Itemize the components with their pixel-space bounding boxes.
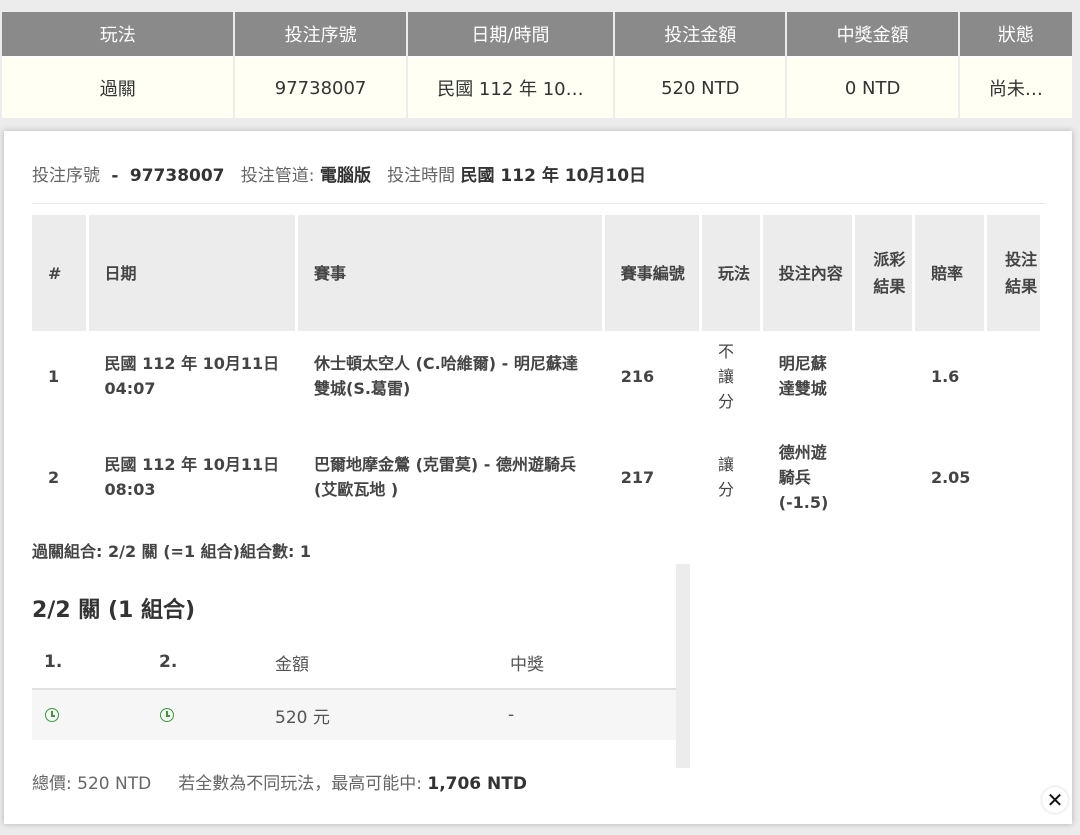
close-icon: ✕ (1046, 788, 1064, 812)
summary-header-bet-amount: 投注金額 (615, 12, 786, 56)
row-play: 不讓分 (718, 341, 735, 411)
combo-title: 2/2 關 (1 組合) (32, 598, 196, 623)
meta-dash: - (111, 166, 119, 186)
combo-section: 2/2 關 (1 組合) 1. 2. 金額 中獎 520 元 - (32, 564, 688, 766)
close-button[interactable]: ✕ (1042, 787, 1068, 813)
combo-header-amount: 金額 (275, 654, 309, 675)
clock-icon (160, 708, 174, 722)
detail-header-date: 日期 (88, 215, 296, 331)
detail-header-row: # 日期 賽事 賽事編號 玩法 投注內容 派彩結果 賠率 投注結果 (32, 215, 1040, 331)
row-payout (855, 331, 912, 421)
combo-info: 過關組合: 2/2 關 (=1 組合)組合數: 1 (32, 542, 312, 561)
combo-scrollbar[interactable] (676, 564, 690, 768)
combo-header-leg2: 2. (159, 652, 178, 672)
table-row: 2 民國 112 年 10月11日 08:03 巴爾地摩金鶯 (克雷莫) - 德州… (32, 421, 1040, 533)
detail-header-play: 玩法 (702, 215, 760, 331)
row-pick: 德州遊騎兵 (-1.5) (778, 442, 829, 512)
detail-header-no: # (32, 215, 86, 331)
summary-row[interactable]: 過關 97738007 民國 112 年 10… 520 NTD 0 NTD 尚… (2, 56, 1072, 118)
row-date: 民國 112 年 10月11日 04:07 (104, 354, 280, 398)
row-no: 1 (48, 366, 60, 386)
summary-play: 過關 (2, 56, 234, 118)
row-event-no: 216 (620, 366, 655, 386)
channel-label: 投注管道: (240, 166, 315, 186)
row-no: 2 (48, 467, 60, 487)
summary-datetime: 民國 112 年 10… (407, 56, 614, 118)
combo-row: 520 元 - (32, 690, 676, 740)
row-event-no: 217 (620, 467, 655, 487)
combo-win: - (508, 705, 515, 725)
combo-header-leg1: 1. (44, 652, 63, 672)
bet-meta-line: 投注序號 - 97738007 投注管道: 電腦版 投注時間 民國 112 年 … (32, 161, 646, 186)
bet-detail-panel: 投注序號 - 97738007 投注管道: 電腦版 投注時間 民國 112 年 … (4, 131, 1072, 824)
time-label: 投注時間 (387, 166, 456, 186)
row-odds: 1.6 (930, 366, 960, 386)
detail-header-event: 賽事 (298, 215, 602, 331)
row-event: 休士頓太空人 (C.哈維爾) - 明尼蘇達雙城(S.葛雷) (314, 354, 578, 398)
detail-header-payout: 派彩結果 (855, 215, 912, 331)
row-result (987, 421, 1040, 533)
summary-win-amount: 0 NTD (787, 56, 958, 118)
detail-header-odds: 賠率 (914, 215, 985, 331)
row-payout (855, 421, 912, 533)
bet-footer: 總價: 520 NTD 若全數為不同玩法，最高可能中: 1,706 NTD (32, 769, 527, 794)
bet-summary-table: 玩法 投注序號 日期/時間 投注金額 中獎金額 狀態 過關 97738007 民… (0, 12, 1074, 118)
summary-header-status: 狀態 (959, 12, 1072, 56)
combo-amount: 520 元 (275, 707, 330, 728)
table-row: 1 民國 112 年 10月11日 04:07 休士頓太空人 (C.哈維爾) - … (32, 331, 1040, 421)
total-value: 520 NTD (77, 774, 152, 794)
row-odds: 2.05 (930, 467, 971, 487)
detail-header-result: 投注結果 (987, 215, 1040, 331)
leg2-status (160, 690, 174, 740)
divider (32, 203, 1046, 204)
serial-label: 投注序號 (32, 166, 100, 186)
total-label: 總價: (32, 774, 72, 794)
serial-value: 97738007 (129, 166, 225, 186)
summary-header-play: 玩法 (2, 12, 234, 56)
row-play: 讓分 (718, 455, 735, 499)
summary-header-datetime: 日期/時間 (407, 12, 614, 56)
summary-header-win-amount: 中獎金額 (787, 12, 958, 56)
detail-header-pick: 投注內容 (762, 215, 853, 331)
summary-header-serial: 投注序號 (235, 12, 406, 56)
row-result (987, 331, 1040, 421)
max-win-label: 若全數為不同玩法，最高可能中: (178, 774, 422, 794)
leg1-status (45, 690, 59, 740)
summary-serial: 97738007 (235, 56, 406, 118)
summary-header-row: 玩法 投注序號 日期/時間 投注金額 中獎金額 狀態 (2, 12, 1072, 56)
row-event: 巴爾地摩金鶯 (克雷莫) - 德州遊騎兵(艾歐瓦地 ) (314, 455, 577, 499)
row-pick: 明尼蘇達雙城 (778, 354, 827, 398)
channel-value: 電腦版 (319, 166, 371, 186)
summary-status: 尚未… (959, 56, 1072, 118)
clock-icon (45, 708, 59, 722)
summary-bet-amount: 520 NTD (615, 56, 786, 118)
detail-header-event-no: 賽事編號 (604, 215, 700, 331)
row-date: 民國 112 年 10月11日 08:03 (104, 455, 280, 499)
bet-detail-table: # 日期 賽事 賽事編號 玩法 投注內容 派彩結果 賠率 投注結果 1 民國 1… (29, 215, 1043, 533)
combo-header-row: 1. 2. 金額 中獎 (32, 636, 676, 690)
combo-header-win: 中獎 (510, 654, 544, 675)
max-win-value: 1,706 NTD (427, 774, 527, 794)
time-value: 民國 112 年 10月10日 (460, 166, 647, 186)
